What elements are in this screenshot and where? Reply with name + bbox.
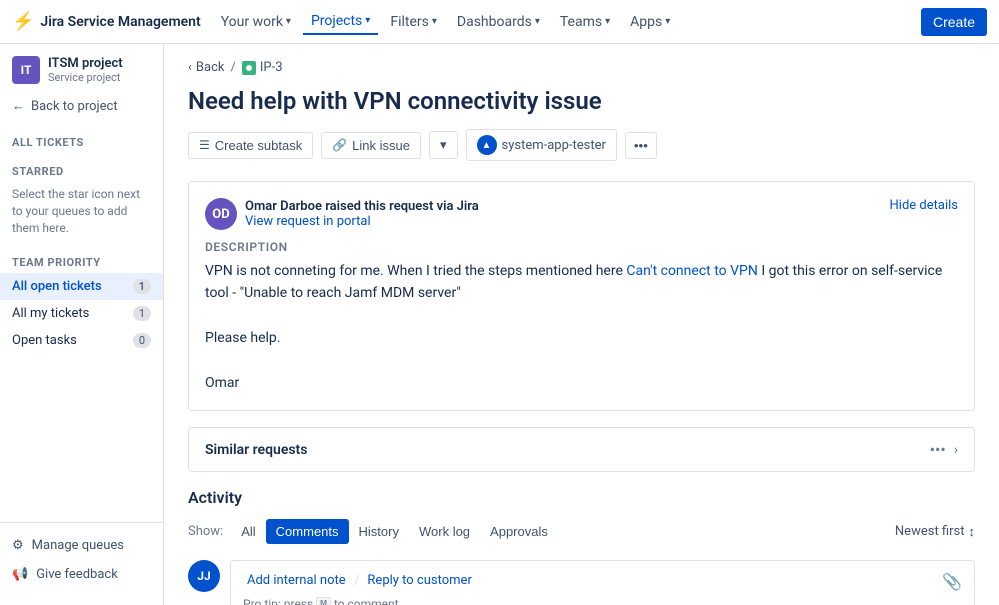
shortcut-key: M [316, 597, 331, 605]
similar-requests-header: Similar requests ••• › [189, 428, 974, 471]
starred-label: STARRED [0, 153, 163, 182]
back-to-project[interactable]: ← Back to project [0, 92, 163, 120]
tab-comments[interactable]: Comments [266, 519, 349, 544]
back-icon: ← [12, 98, 25, 114]
logo[interactable]: ⚡ Jira Service Management [12, 11, 201, 32]
issue-title: Need help with VPN connectivity issue [188, 87, 975, 115]
tab-history[interactable]: History [349, 519, 409, 544]
create-button[interactable]: Create [921, 8, 987, 36]
top-navigation: ⚡ Jira Service Management Your work ▾ Pr… [0, 0, 999, 44]
back-button[interactable]: ‹ Back [188, 60, 224, 75]
chevron-down-icon: ▾ [440, 137, 447, 153]
gear-icon: ⚙ [12, 538, 24, 553]
reply-to-customer-button[interactable]: Reply to customer [363, 571, 475, 591]
assignee-button[interactable]: ▲ system-app-tester [466, 129, 617, 161]
requester-info: OD Omar Darboe raised this request via J… [205, 198, 479, 230]
main-content: ‹ Back / IP-3 Need help with VPN connect… [164, 44, 999, 605]
nav-projects[interactable]: Projects ▾ [303, 9, 378, 35]
similar-requests-card: Similar requests ••• › [188, 427, 975, 472]
starred-text: Select the star icon next to your queues… [0, 182, 163, 244]
app-name: Jira Service Management [40, 14, 200, 30]
create-subtask-button[interactable]: ☰ Create subtask [188, 132, 313, 159]
hide-details-button[interactable]: Hide details [890, 198, 958, 213]
jira-logo-icon: ⚡ [12, 11, 34, 32]
similar-actions: ••• › [930, 440, 958, 459]
all-tickets-label: All tickets [0, 128, 163, 153]
similar-expand-icon[interactable]: › [954, 442, 958, 458]
breadcrumb: ‹ Back / IP-3 [188, 60, 975, 75]
subtask-icon: ☰ [199, 138, 210, 152]
nav-dashboards[interactable]: Dashboards ▾ [449, 10, 548, 34]
all-my-tickets-badge: 1 [133, 306, 151, 321]
tab-worklog[interactable]: Work log [409, 519, 480, 544]
description-label: Description [205, 240, 958, 254]
action-bar: ☰ Create subtask 🔗 Link issue ▾ ▲ system… [188, 129, 975, 161]
tab-approvals[interactable]: Approvals [480, 519, 558, 544]
nav-filters[interactable]: Filters ▾ [382, 10, 445, 34]
show-label: Show: [188, 524, 223, 539]
similar-requests-title: Similar requests [205, 442, 307, 458]
sidebar-item-all-open-tickets[interactable]: All open tickets 1 [0, 273, 163, 300]
tab-all[interactable]: All [231, 519, 265, 544]
dropdown-button[interactable]: ▾ [429, 131, 458, 159]
current-user-avatar: JJ [188, 560, 220, 592]
sidebar-item-all-my-tickets[interactable]: All my tickets 1 [0, 300, 163, 327]
project-icon: IT [12, 56, 40, 84]
project-type: Service project [48, 71, 123, 84]
attach-icon[interactable]: 📎 [942, 572, 962, 591]
sidebar-bottom: ⚙ Manage queues 📢 Give feedback [0, 522, 163, 589]
sort-icon: ↕ [969, 524, 976, 540]
team-priority-label: TEAM PRIORITY [0, 244, 163, 273]
sidebar-item-open-tasks[interactable]: Open tasks 0 [0, 327, 163, 354]
add-internal-note-button[interactable]: Add internal note [243, 571, 350, 591]
give-feedback-item[interactable]: 📢 Give feedback [0, 560, 163, 589]
chevron-down-icon: ▾ [365, 15, 370, 26]
assignee-avatar: ▲ [477, 135, 497, 155]
sort-button[interactable]: Newest first ↕ [895, 524, 975, 540]
sidebar: IT ITSM project Service project ← Back t… [0, 44, 164, 605]
link-icon: 🔗 [332, 138, 347, 152]
similar-more-icon[interactable]: ••• [930, 440, 946, 459]
nav-teams[interactable]: Teams ▾ [552, 10, 618, 34]
raised-by-text: Omar Darboe raised this request via Jira [245, 199, 479, 214]
open-tasks-badge: 0 [133, 333, 151, 348]
comment-actions: Add internal note / Reply to customer [243, 571, 476, 591]
chevron-down-icon: ▾ [665, 16, 670, 27]
description-text: VPN is not conneting for me. When I trie… [205, 260, 958, 394]
activity-section: Activity Show: All Comments History Work… [188, 488, 975, 605]
feedback-icon: 📢 [12, 567, 28, 582]
activity-title: Activity [188, 488, 975, 507]
manage-queues-item[interactable]: ⚙ Manage queues [0, 531, 163, 560]
details-header: OD Omar Darboe raised this request via J… [205, 198, 958, 230]
all-open-tickets-badge: 1 [133, 279, 151, 294]
breadcrumb-issue: IP-3 [242, 60, 283, 75]
link-issue-button[interactable]: 🔗 Link issue [321, 132, 421, 159]
details-card: OD Omar Darboe raised this request via J… [188, 181, 975, 411]
requester-avatar: OD [205, 198, 237, 230]
sidebar-project: IT ITSM project Service project [0, 44, 163, 92]
back-arrow-icon: ‹ [188, 60, 192, 75]
vpn-link[interactable]: Can't connect to VPN [626, 263, 757, 279]
project-name: ITSM project [48, 56, 123, 71]
activity-tabs: Show: All Comments History Work log Appr… [188, 519, 975, 544]
ellipsis-icon: ••• [634, 138, 648, 153]
chevron-down-icon: ▾ [432, 16, 437, 27]
more-actions-button[interactable]: ••• [625, 132, 657, 159]
chevron-down-icon: ▾ [286, 16, 291, 27]
issue-type-icon [242, 61, 256, 75]
comment-box[interactable]: Add internal note / Reply to customer 📎 … [230, 560, 975, 605]
comment-tip: Pro tip: press M to comment [243, 597, 962, 605]
nav-your-work[interactable]: Your work ▾ [213, 10, 299, 34]
comment-input-row: JJ Add internal note / Reply to customer… [188, 560, 975, 605]
nav-apps[interactable]: Apps ▾ [622, 10, 678, 34]
chevron-down-icon: ▾ [535, 16, 540, 27]
breadcrumb-separator: / [230, 60, 235, 75]
chevron-down-icon: ▾ [605, 16, 610, 27]
view-request-link[interactable]: View request in portal [245, 214, 479, 229]
